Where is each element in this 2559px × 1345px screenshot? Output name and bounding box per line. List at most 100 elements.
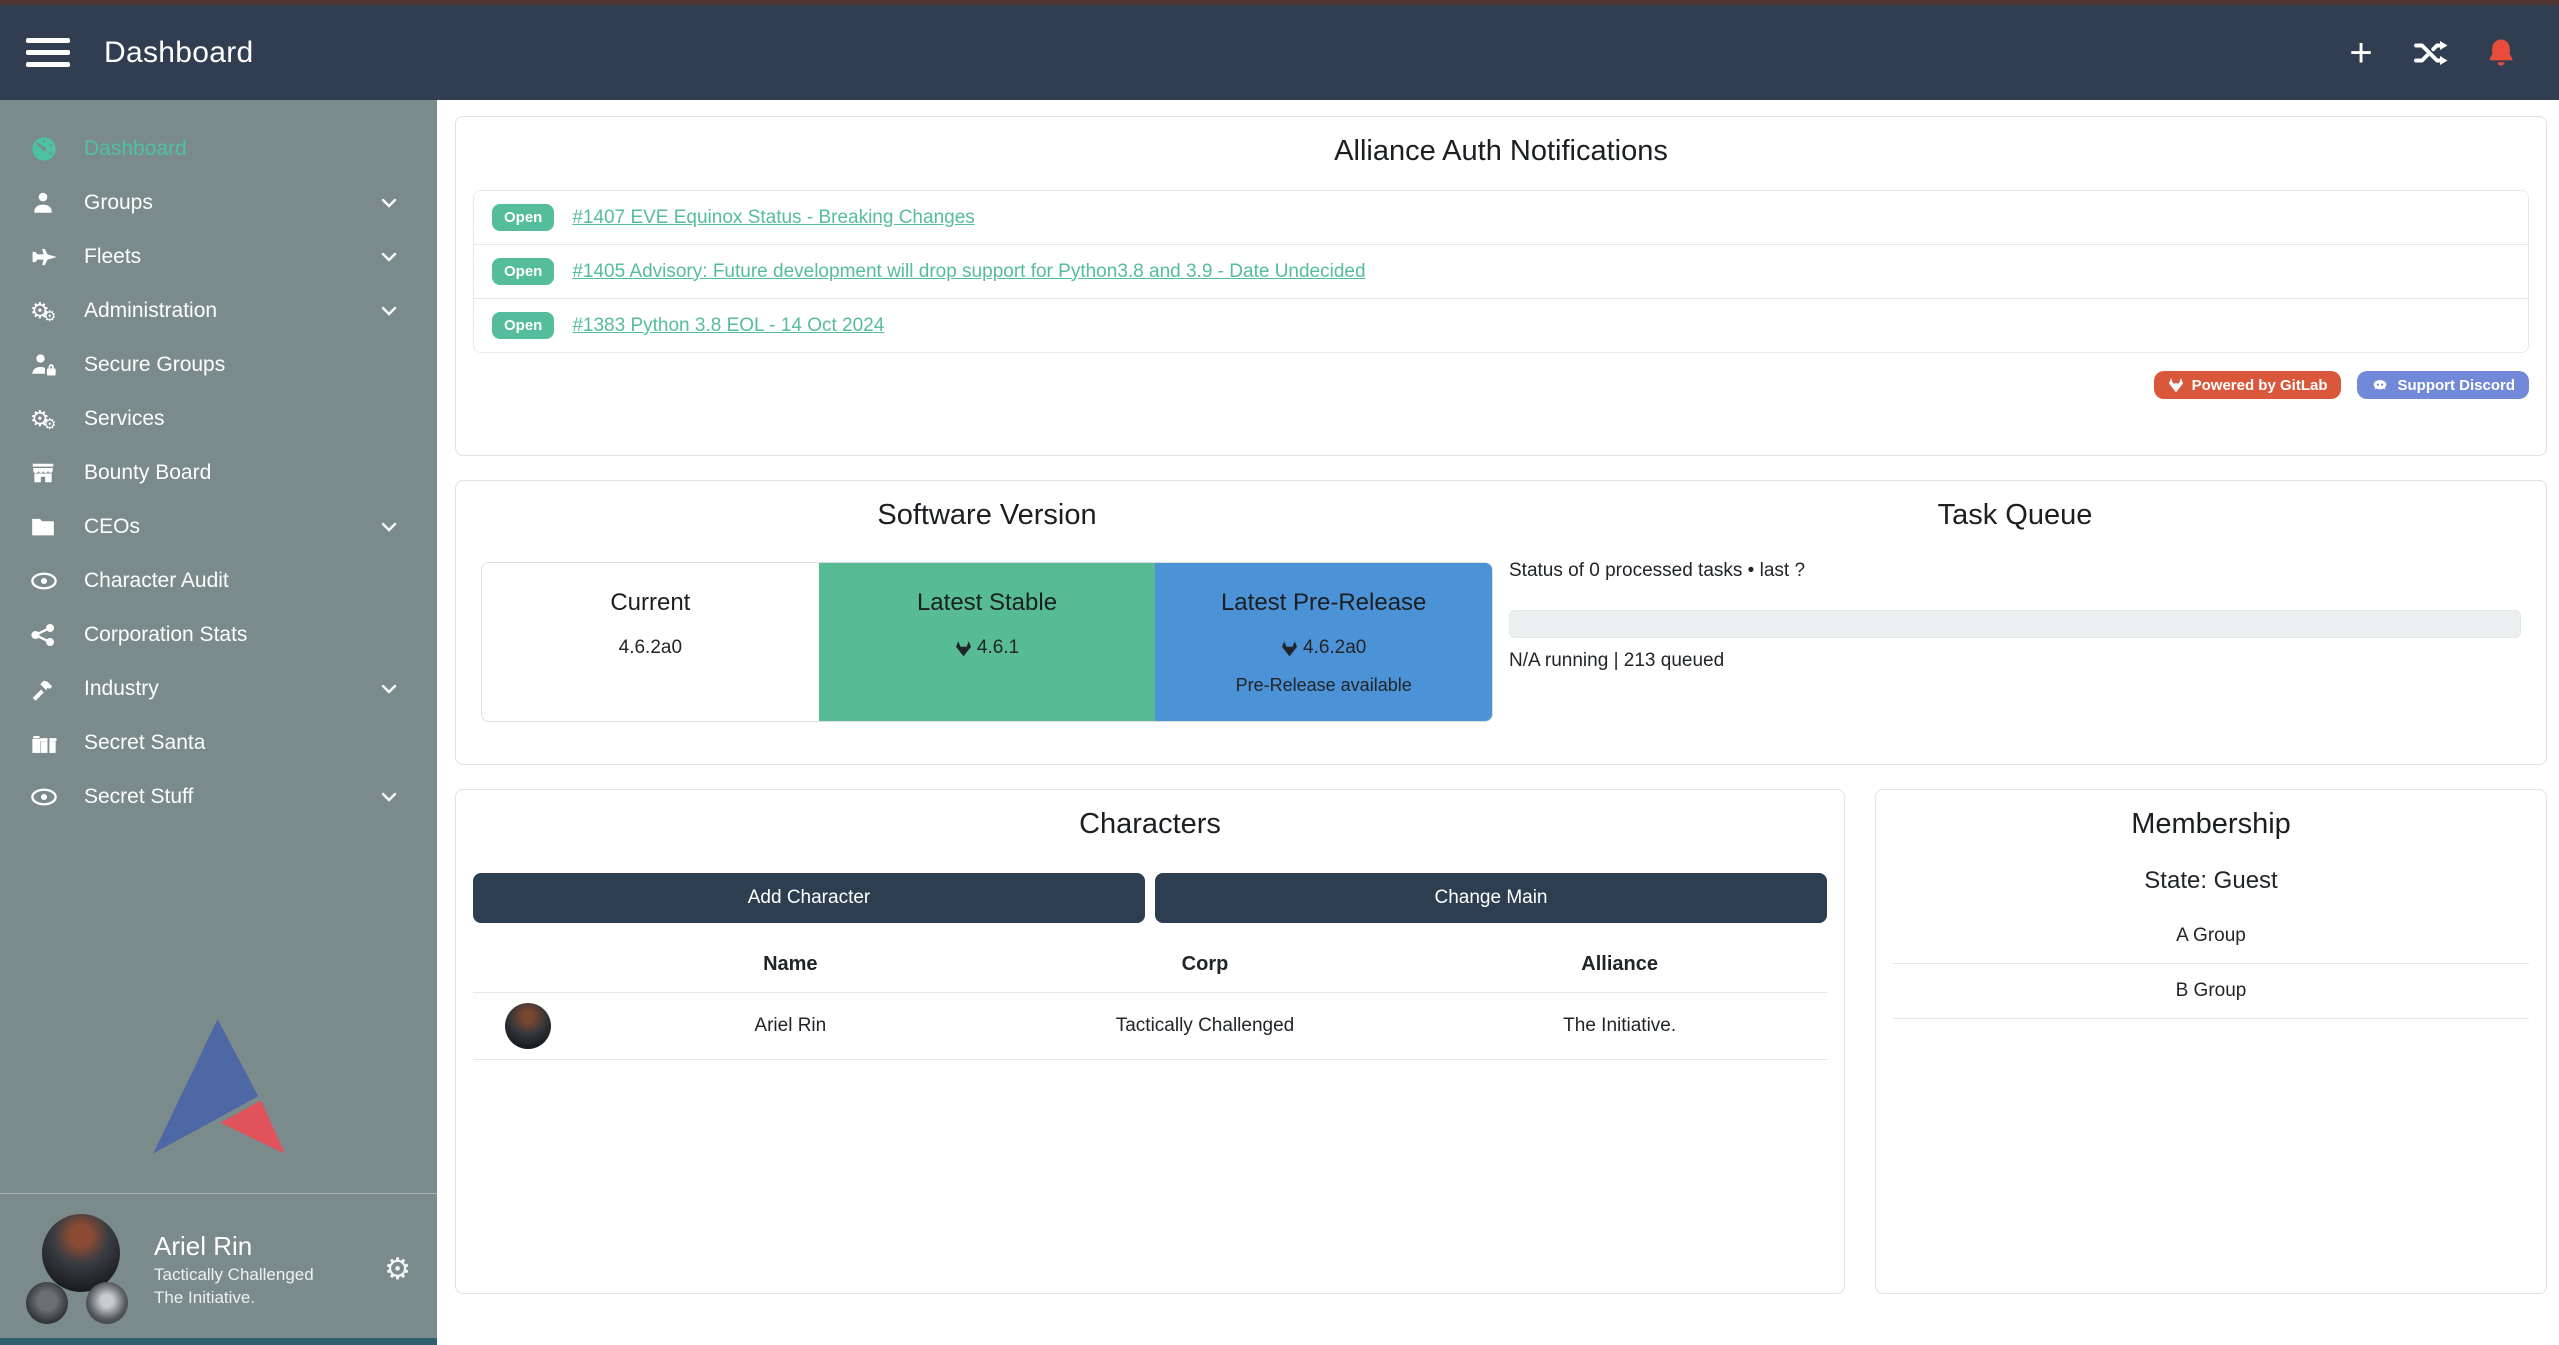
characters-title: Characters: [473, 808, 1827, 841]
task-queue-text: N/A running | 213 queued: [1509, 650, 2521, 672]
sidebar-item-label: Groups: [84, 191, 153, 215]
gears-icon: ⚙⚙: [30, 408, 72, 430]
sidebar-item-label: Industry: [84, 677, 159, 701]
gitlab-tanuki-icon: [1281, 640, 1298, 657]
character-corp-cell: Tactically Challenged: [998, 1015, 1413, 1037]
task-status-text: Status of 0 processed tasks • last ?: [1509, 560, 2521, 582]
user-settings-button[interactable]: ⚙: [384, 1252, 411, 1287]
user-panel[interactable]: Ariel Rin Tactically Challenged The Init…: [0, 1194, 437, 1338]
alliance-logo: [86, 1282, 128, 1324]
software-version-section: Software Version Current 4.6.2a0 Latest …: [473, 499, 1501, 746]
sidebar-menu: Dashboard Groups Fl: [0, 100, 437, 824]
support-discord-badge[interactable]: Support Discord: [2357, 371, 2529, 399]
notification-link[interactable]: #1407 EVE Equinox Status - Breaking Chan…: [572, 207, 974, 229]
add-character-button[interactable]: Add Character: [473, 873, 1145, 923]
task-progress-bar: [1509, 610, 2521, 638]
sidebar-item-character-audit[interactable]: Character Audit: [0, 554, 437, 608]
top-navbar: Dashboard +: [0, 5, 2559, 100]
sidebar-item-label: Bounty Board: [84, 461, 211, 485]
task-queue-section: Task Queue Status of 0 processed tasks •…: [1501, 499, 2529, 746]
user-icon: [30, 190, 72, 216]
notifications-button[interactable]: [2481, 33, 2521, 73]
add-character-shortcut-button[interactable]: +: [2341, 33, 2381, 73]
discord-icon: [2371, 377, 2389, 393]
gear-icon: ⚙: [384, 1253, 411, 1286]
chevron-down-icon: [377, 515, 401, 539]
user-lock-icon: [30, 351, 72, 379]
change-main-button[interactable]: Change Main: [1155, 873, 1827, 923]
sidebar-item-secret-santa[interactable]: Secret Santa: [0, 716, 437, 770]
main-content: Alliance Auth Notifications Open #1407 E…: [437, 100, 2559, 1345]
sidebar-item-label: Fleets: [84, 245, 141, 269]
gifts-icon: [30, 729, 72, 757]
chevron-down-icon: [377, 191, 401, 215]
task-queue-title: Task Queue: [1509, 499, 2521, 532]
corp-column-header: Corp: [998, 953, 1413, 976]
sidebar-item-corporation-stats[interactable]: Corporation Stats: [0, 608, 437, 662]
change-main-shortcut-button[interactable]: [2411, 33, 2451, 73]
prerelease-note: Pre-Release available: [1155, 675, 1492, 696]
version-prerelease-cell: Latest Pre-Release 4.6.2a0 Pre-Release a…: [1155, 563, 1492, 721]
membership-state: State: Guest: [1893, 867, 2529, 895]
powered-by-gitlab-badge[interactable]: Powered by GitLab: [2154, 371, 2342, 399]
sidebar-item-dashboard[interactable]: Dashboard: [0, 122, 437, 176]
status-badge: Open: [492, 312, 554, 339]
sidebar-item-groups[interactable]: Groups: [0, 176, 437, 230]
character-alliance-cell: The Initiative.: [1412, 1015, 1827, 1037]
sidebar: Dashboard Groups Fl: [0, 100, 437, 1345]
character-name-cell: Ariel Rin: [583, 1015, 998, 1037]
sidebar-item-label: Services: [84, 407, 165, 431]
alliance-column-header: Alliance: [1412, 953, 1827, 976]
gitlab-tanuki-icon: [2168, 377, 2184, 393]
user-corp: Tactically Challenged: [154, 1264, 314, 1287]
sidebar-item-industry[interactable]: Industry: [0, 662, 437, 716]
sidebar-item-label: Secret Santa: [84, 731, 205, 755]
prerelease-version-value: 4.6.2a0: [1303, 637, 1366, 659]
notification-link[interactable]: #1383 Python 3.8 EOL - 14 Oct 2024: [572, 315, 884, 337]
corp-logo: [26, 1282, 68, 1324]
gears-icon: ⚙⚙: [30, 300, 72, 322]
membership-panel: Membership State: Guest A Group B Group: [1875, 789, 2547, 1294]
fighter-jet-icon: [30, 243, 72, 271]
software-version-title: Software Version: [481, 499, 1493, 532]
chevron-down-icon: [377, 785, 401, 809]
sidebar-item-label: CEOs: [84, 515, 140, 539]
notification-link[interactable]: #1405 Advisory: Future development will …: [572, 261, 1365, 283]
sidebar-item-services[interactable]: ⚙⚙ Services: [0, 392, 437, 446]
notification-row: Open #1405 Advisory: Future development …: [474, 245, 2528, 299]
membership-title: Membership: [1893, 808, 2529, 841]
sidebar-item-secure-groups[interactable]: Secure Groups: [0, 338, 437, 392]
notifications-list: Open #1407 EVE Equinox Status - Breaking…: [473, 190, 2529, 353]
gitlab-tanuki-icon: [955, 640, 972, 657]
hammer-icon: [30, 676, 72, 702]
alliance-auth-logo: [143, 1015, 295, 1155]
sidebar-item-label: Secure Groups: [84, 353, 225, 377]
characters-table: Name Corp Alliance Ariel Rin Tactically …: [473, 937, 1827, 1060]
sidebar-item-ceos[interactable]: CEOs: [0, 500, 437, 554]
sidebar-item-bounty-board[interactable]: Bounty Board: [0, 446, 437, 500]
sidebar-item-secret-stuff[interactable]: Secret Stuff: [0, 770, 437, 824]
characters-panel: Characters Add Character Change Main Nam…: [455, 789, 1845, 1294]
notification-row: Open #1383 Python 3.8 EOL - 14 Oct 2024: [474, 299, 2528, 352]
shuffle-icon: [2413, 35, 2449, 71]
list-item: B Group: [1893, 964, 2529, 1019]
page-title: Dashboard: [104, 36, 253, 70]
version-current-cell: Current 4.6.2a0: [482, 563, 819, 721]
eye-icon: [30, 783, 72, 811]
sidebar-item-label: Administration: [84, 299, 217, 323]
share-icon: [30, 622, 72, 648]
current-version-value: 4.6.2a0: [619, 637, 682, 659]
notifications-title: Alliance Auth Notifications: [473, 135, 2529, 168]
status-badge: Open: [492, 204, 554, 231]
sidebar-item-label: Corporation Stats: [84, 623, 247, 647]
gauge-icon: [30, 135, 72, 163]
notification-row: Open #1407 EVE Equinox Status - Breaking…: [474, 191, 2528, 245]
chevron-down-icon: [377, 299, 401, 323]
user-avatar: [42, 1214, 120, 1292]
stable-version-value: 4.6.1: [977, 637, 1019, 659]
sidebar-item-label: Character Audit: [84, 569, 229, 593]
sidebar-toggle-button[interactable]: [26, 38, 70, 67]
sidebar-item-fleets[interactable]: Fleets: [0, 230, 437, 284]
sidebar-item-administration[interactable]: ⚙⚙ Administration: [0, 284, 437, 338]
hamburger-icon: [26, 38, 70, 43]
